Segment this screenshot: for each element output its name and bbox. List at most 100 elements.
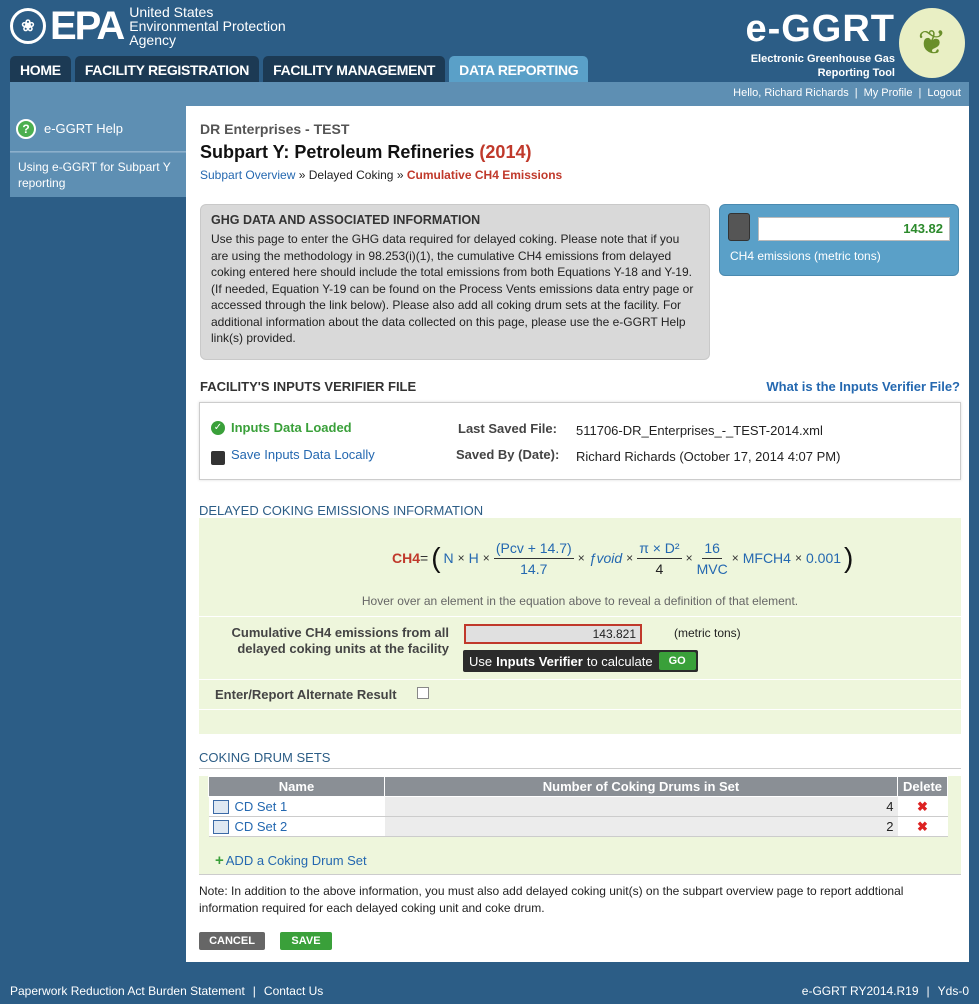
eq-close-paren: ) (844, 542, 854, 573)
edit-icon[interactable] (212, 800, 229, 815)
cumulative-ch4-unit: (metric tons) (674, 626, 741, 640)
alternate-result-label: Enter/Report Alternate Result (215, 687, 397, 702)
saved-by-value: Richard Richards (October 17, 2014 4:07 … (576, 449, 841, 464)
eggrt-title: e-GGRT (745, 8, 895, 50)
breadcrumb: Subpart Overview » Delayed Coking » Cumu… (200, 168, 563, 182)
eq-n[interactable]: N (444, 550, 454, 566)
alternate-result-checkbox[interactable] (417, 687, 429, 699)
main-nav: HOME FACILITY REGISTRATION FACILITY MANA… (10, 56, 589, 83)
user-bar: Hello, Richard Richards | My Profile | Logou… (10, 82, 969, 106)
build-text: Yds-0 (937, 984, 969, 998)
cumulative-ch4-field[interactable]: 143.821 (464, 624, 642, 644)
eq-constant[interactable]: 0.001 (806, 550, 841, 566)
help-header: ? e-GGRT Help (10, 106, 186, 152)
cumulative-ch4-label: Cumulative CH4 emissions from all delaye… (231, 625, 449, 656)
ch4-equation: CH4 = ( N × H × (Pcv + 14.7) 14.7 × ƒvoid … (392, 539, 854, 577)
eq-pressure-fraction[interactable]: (Pcv + 14.7) 14.7 (493, 540, 574, 577)
coking-emissions-panel: CH4 = ( N × H × (Pcv + 14.7) 14.7 × ƒvoid … (199, 518, 961, 734)
site-footer: Paperwork Reduction Act Burden Statement… (10, 984, 969, 998)
divider (199, 874, 961, 875)
epa-agency-name: United States Environmental Protection A… (129, 4, 286, 48)
sidebar: ? e-GGRT Help Using e-GGRT for Subpart Y… (10, 106, 186, 962)
drum-set-link[interactable]: CD Set 2 (235, 819, 288, 834)
edit-icon[interactable] (212, 820, 229, 835)
delete-icon[interactable]: ✖ (897, 796, 948, 817)
add-drum-set-link[interactable]: + ADD a Coking Drum Set (215, 852, 367, 869)
inputs-loaded-status: Inputs Data Loaded (231, 420, 352, 435)
eq-ch4[interactable]: CH4 (392, 550, 420, 566)
greeting: Hello, Richard Richards (733, 87, 849, 99)
nav-tab-data-reporting[interactable]: DATA REPORTING (449, 56, 589, 83)
breadcrumb-current: Cumulative CH4 Emissions (406, 168, 563, 182)
drum-count: 2 (384, 816, 898, 837)
epa-wordmark: EPA (50, 4, 125, 48)
ghg-info-text: Use this page to enter the GHG data requ… (211, 232, 694, 345)
epa-seal-icon: ❀ (10, 8, 46, 44)
epa-logo[interactable]: ❀ EPA United States Environmental Protec… (10, 4, 286, 48)
site-header: ❀ EPA United States Environmental Protec… (0, 0, 979, 83)
organization-name: DR Enterprises - TEST (200, 121, 350, 137)
eq-mvc-fraction[interactable]: 16 MVC (697, 540, 728, 577)
table-row: CD Set 2 2 ✖ (208, 816, 948, 837)
equation-hover-note: Hover over an element in the equation ab… (361, 594, 799, 608)
last-saved-file-value: 511706-DR_Enterprises_-_TEST-2014.xml (576, 423, 823, 438)
breadcrumb-delayed-coking: Delayed Coking (308, 168, 394, 182)
col-count: Number of Coking Drums in Set (384, 776, 898, 797)
eq-fvoid[interactable]: ƒvoid (589, 550, 622, 566)
nav-tab-home[interactable]: HOME (10, 56, 71, 83)
verifier-box: ✓ Inputs Data Loaded Save Inputs Data Lo… (199, 402, 961, 480)
cancel-button[interactable]: CANCEL (199, 932, 265, 950)
calculator-icon (728, 213, 750, 241)
eq-open-paren: ( (431, 542, 441, 573)
logout-link[interactable]: Logout (927, 87, 961, 99)
delete-icon[interactable]: ✖ (897, 816, 948, 837)
help-link-subpart-y[interactable]: Using e-GGRT for Subpart Y reporting (10, 152, 186, 197)
table-row: CD Set 1 4 ✖ (208, 796, 948, 817)
calculated-emissions-label: CH4 emissions (metric tons) (730, 249, 881, 263)
help-title: e-GGRT Help (44, 121, 123, 136)
my-profile-link[interactable]: My Profile (864, 87, 913, 99)
ghg-info-title: GHG DATA AND ASSOCIATED INFORMATION (211, 213, 481, 227)
eq-mf[interactable]: MFCH4 (743, 550, 791, 566)
reporting-year: (2014) (479, 142, 532, 162)
nav-tab-facility-management[interactable]: FACILITY MANAGEMENT (263, 56, 446, 83)
drum-sets-section-title: COKING DRUM SETS (199, 750, 961, 769)
main-content: DR Enterprises - TEST Subpart Y: Petrole… (186, 106, 969, 962)
inputs-verifier-tooltip: Use Inputs Verifier to calculate GO (463, 650, 698, 672)
col-delete: Delete (897, 776, 948, 797)
eggrt-logo: e-GGRT Electronic Greenhouse Gas Reporti… (735, 6, 965, 80)
eq-h[interactable]: H (469, 550, 479, 566)
save-inputs-locally-link[interactable]: Save Inputs Data Locally (231, 447, 375, 462)
drum-count: 4 (384, 796, 898, 817)
contact-link[interactable]: Contact Us (264, 984, 323, 998)
breadcrumb-subpart-overview[interactable]: Subpart Overview (200, 168, 295, 182)
page-title: Subpart Y: Petroleum Refineries (2014) (200, 142, 532, 162)
verifier-section-title: FACILITY'S INPUTS VERIFIER FILE (200, 379, 417, 394)
eq-area-fraction[interactable]: π × D² 4 (637, 540, 682, 577)
divider (199, 616, 961, 617)
calculated-emissions-value: 143.82 (758, 217, 950, 241)
egret-bird-icon: ❦ (899, 8, 965, 78)
note-text: Note: In addition to the above informati… (199, 884, 904, 915)
version-text: e-GGRT RY2014.R19 (801, 984, 919, 998)
what-is-verifier-link[interactable]: What is the Inputs Verifier File? (766, 379, 960, 394)
save-button[interactable]: SAVE (280, 932, 332, 950)
saved-by-label: Saved By (Date): (456, 447, 560, 462)
ghg-info-box: GHG DATA AND ASSOCIATED INFORMATION Use … (200, 204, 710, 360)
paperwork-link[interactable]: Paperwork Reduction Act Burden Statement (10, 984, 245, 998)
eggrt-subtitle: Electronic Greenhouse Gas Reporting Tool (750, 53, 895, 79)
last-saved-file-label: Last Saved File: (458, 421, 557, 436)
question-icon: ? (16, 118, 36, 139)
nav-tab-facility-registration[interactable]: FACILITY REGISTRATION (74, 56, 260, 83)
go-button[interactable]: GO (658, 652, 696, 670)
drum-set-link[interactable]: CD Set 1 (235, 799, 288, 814)
drum-sets-table: Name Number of Coking Drums in Set Delet… (208, 776, 948, 837)
col-name: Name (208, 776, 385, 797)
divider (199, 709, 961, 710)
emissions-calculator: 143.82 CH4 emissions (metric tons) (719, 204, 959, 276)
drum-sets-panel: Name Number of Coking Drums in Set Delet… (199, 776, 961, 874)
divider (199, 679, 961, 680)
floppy-disk-icon (211, 451, 225, 465)
plus-icon: + (215, 852, 224, 869)
check-icon: ✓ (211, 421, 225, 435)
